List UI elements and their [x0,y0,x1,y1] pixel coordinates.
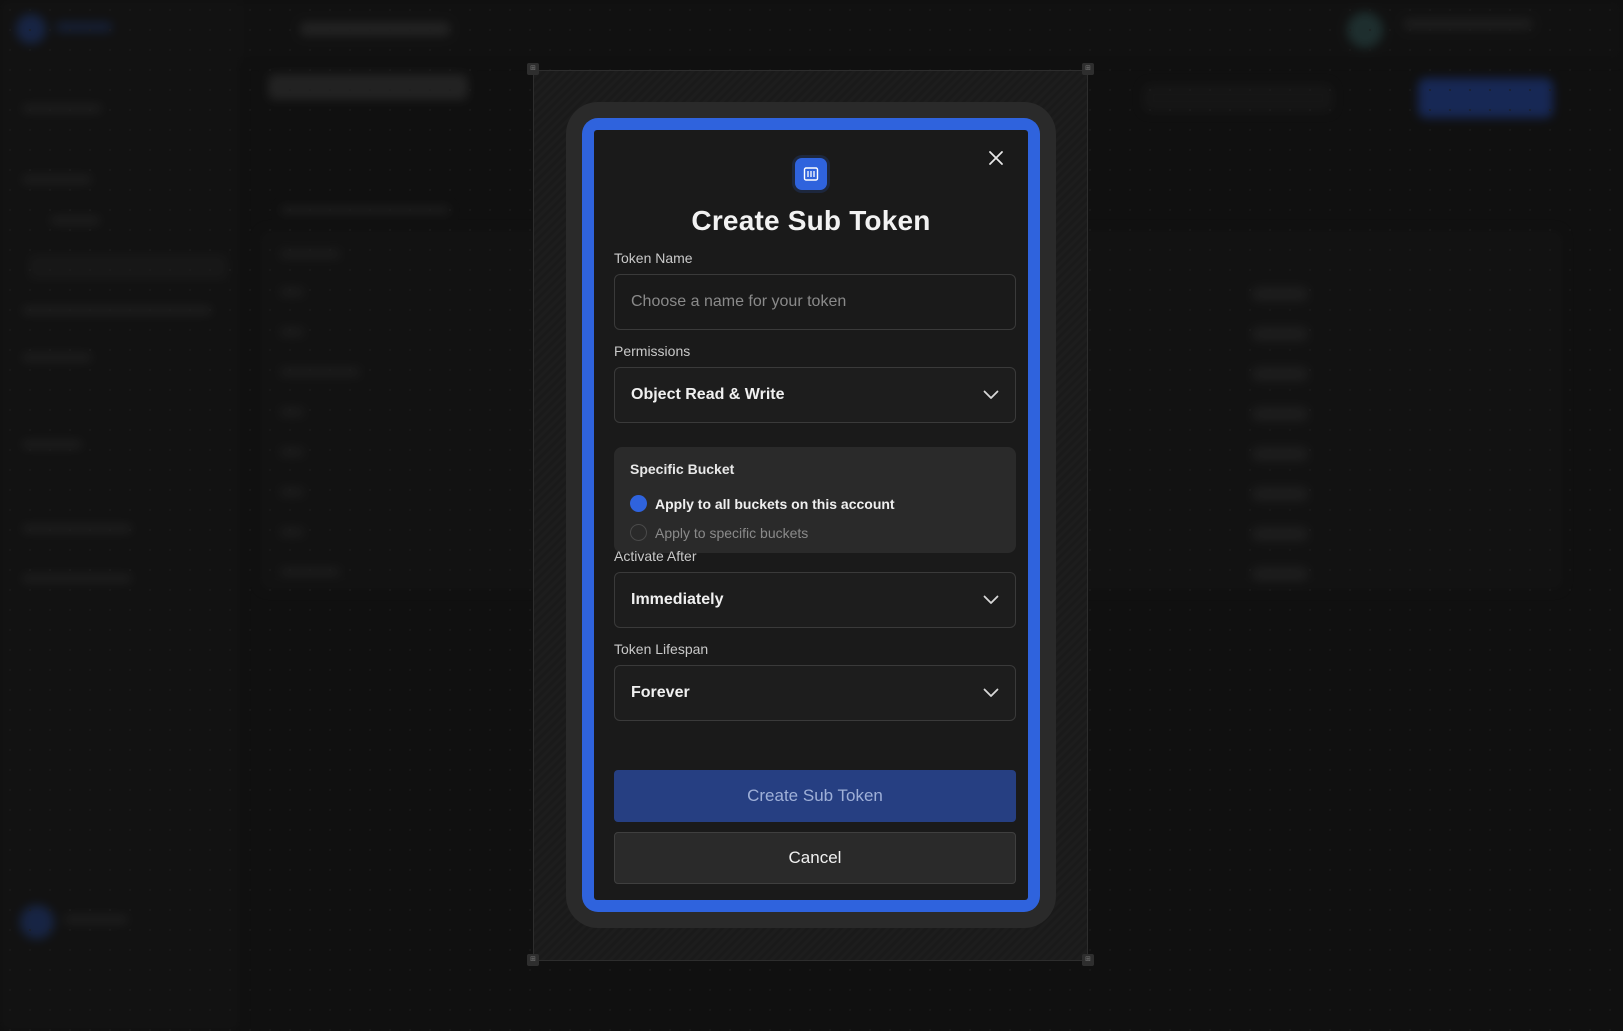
specific-bucket-title: Specific Bucket [630,461,735,477]
radio-specific-buckets-label: Apply to specific buckets [655,524,809,541]
create-sub-token-dialog: Create Sub Token Token Name Permissions … [594,130,1028,900]
radio-unselected-indicator[interactable] [630,524,647,541]
chevron-down-icon [983,390,999,399]
token-name-input[interactable] [615,275,1015,329]
activate-after-label: Activate After [614,548,697,564]
activate-after-select[interactable]: Immediately [614,572,1016,628]
cancel-button[interactable]: Cancel [614,832,1016,884]
token-lifespan-value: Forever [631,684,690,701]
radio-all-buckets-label: Apply to all buckets on this account [655,495,895,512]
corner-marker: ⊞ [527,954,539,966]
chevron-down-icon [983,688,999,697]
create-sub-token-button[interactable]: Create Sub Token [614,770,1016,822]
close-button[interactable] [984,146,1008,170]
corner-marker: ⊞ [1082,954,1094,966]
token-lifespan-select[interactable]: Forever [614,665,1016,721]
token-name-field[interactable] [614,274,1016,330]
radio-specific-buckets[interactable]: Apply to specific buckets [630,518,1000,547]
token-lifespan-label: Token Lifespan [614,641,709,657]
dialog-title: Create Sub Token [691,205,931,236]
bucket-grid-icon [795,158,827,190]
corner-marker: ⊞ [1082,63,1094,75]
permissions-select[interactable]: Object Read & Write [614,367,1016,423]
specific-bucket-card: Specific Bucket Apply to all buckets on … [614,447,1016,553]
corner-marker: ⊞ [527,63,539,75]
permissions-label: Permissions [614,343,691,359]
radio-selected-indicator[interactable] [630,495,647,512]
activate-after-value: Immediately [631,591,724,608]
chevron-down-icon [983,595,999,604]
close-icon [989,151,1003,165]
radio-all-buckets[interactable]: Apply to all buckets on this account [630,489,1000,518]
permissions-value: Object Read & Write [631,386,785,403]
token-name-label: Token Name [614,250,693,266]
